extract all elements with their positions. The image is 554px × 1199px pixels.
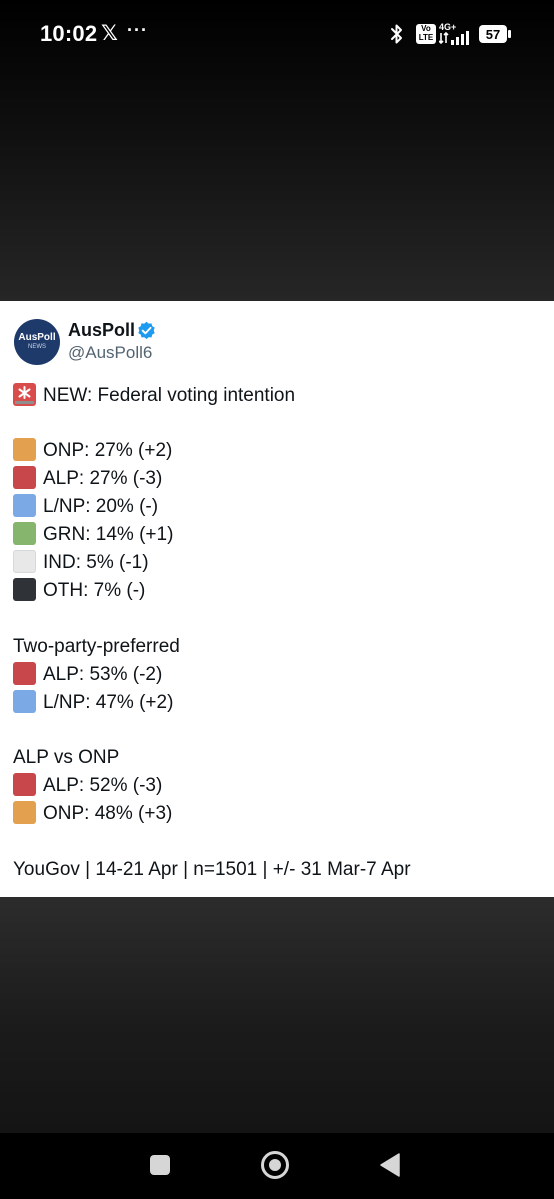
poll-source-footer: YouGov | 14-21 Apr | n=1501 | +/- 31 Mar…: [13, 859, 411, 880]
battery-level: 57: [486, 27, 500, 42]
avatar-subtitle: NEWS: [28, 344, 46, 350]
volte-badge: Vo LTE: [416, 24, 436, 44]
primary-vote-row: OTH: 7% (-): [13, 577, 145, 605]
alp-onp-label: ONP: 48% (+3): [43, 803, 173, 824]
alp-swatch: [13, 662, 36, 685]
bottom-background: [0, 897, 554, 1133]
x-app-icon: 𝕏: [101, 22, 118, 45]
alp-onp-row: ONP: 48% (+3): [13, 800, 172, 828]
headline: NEW: Federal voting intention: [43, 385, 296, 406]
alp-onp-label: ALP: 52% (-3): [43, 775, 163, 796]
primary-vote-row: L/NP: 20% (-): [13, 493, 158, 521]
bluetooth-icon: [391, 24, 402, 44]
primary-vote-label: ALP: 27% (-3): [43, 468, 163, 489]
primary-vote-row: ALP: 27% (-3): [13, 465, 162, 493]
avatar[interactable]: AusPoll NEWS: [14, 319, 60, 365]
back-icon[interactable]: [380, 1153, 400, 1177]
tpp-label: L/NP: 47% (+2): [43, 692, 174, 713]
tpp-heading: Two-party-preferred: [13, 636, 180, 657]
handle[interactable]: @AusPoll6: [68, 343, 152, 363]
lnp-swatch: [13, 690, 36, 713]
primary-vote-label: OTH: 7% (-): [43, 580, 146, 601]
primary-vote-label: ONP: 27% (+2): [43, 440, 173, 461]
verified-icon: [138, 321, 155, 340]
alp-onp-row: ALP: 52% (-3): [13, 772, 162, 800]
recents-icon[interactable]: [150, 1155, 170, 1175]
onp-swatch: [13, 801, 36, 824]
ind-swatch: [13, 550, 36, 573]
onp-swatch: [13, 438, 36, 461]
headline-line: NEW: Federal voting intention: [13, 382, 295, 410]
siren-icon: [13, 383, 36, 406]
home-icon[interactable]: [261, 1151, 289, 1179]
lnp-swatch: [13, 494, 36, 517]
alp-onp-heading: ALP vs ONP: [13, 747, 120, 768]
primary-vote-row: GRN: 14% (+1): [13, 521, 173, 549]
alp-swatch: [13, 773, 36, 796]
tpp-row: L/NP: 47% (+2): [13, 689, 173, 717]
status-bar: 10:02 𝕏 ··· Vo LTE 4G+ 57: [0, 0, 554, 70]
volte-top-text: Vo: [421, 24, 431, 33]
tweet-card[interactable]: AusPoll NEWS AusPoll @AusPoll6 NEW: Fede…: [0, 301, 554, 897]
signal-icon: [439, 31, 469, 45]
tpp-label: ALP: 53% (-2): [43, 664, 163, 685]
status-time: 10:02: [40, 21, 98, 46]
alp-swatch: [13, 466, 36, 489]
tpp-row: ALP: 53% (-2): [13, 661, 162, 689]
primary-vote-label: L/NP: 20% (-): [43, 496, 159, 517]
primary-vote-row: ONP: 27% (+2): [13, 437, 172, 465]
oth-swatch: [13, 578, 36, 601]
battery-icon: 57: [479, 25, 511, 43]
home-icon-center: [269, 1159, 281, 1171]
avatar-title: AusPoll: [18, 332, 56, 343]
grn-swatch: [13, 522, 36, 545]
primary-vote-row: IND: 5% (-1): [13, 549, 149, 577]
primary-vote-label: GRN: 14% (+1): [43, 524, 174, 545]
display-name[interactable]: AusPoll: [68, 320, 135, 341]
volte-bottom-text: LTE: [418, 33, 434, 42]
primary-vote-label: IND: 5% (-1): [43, 552, 149, 573]
more-notifications-icon: ···: [127, 20, 148, 40]
